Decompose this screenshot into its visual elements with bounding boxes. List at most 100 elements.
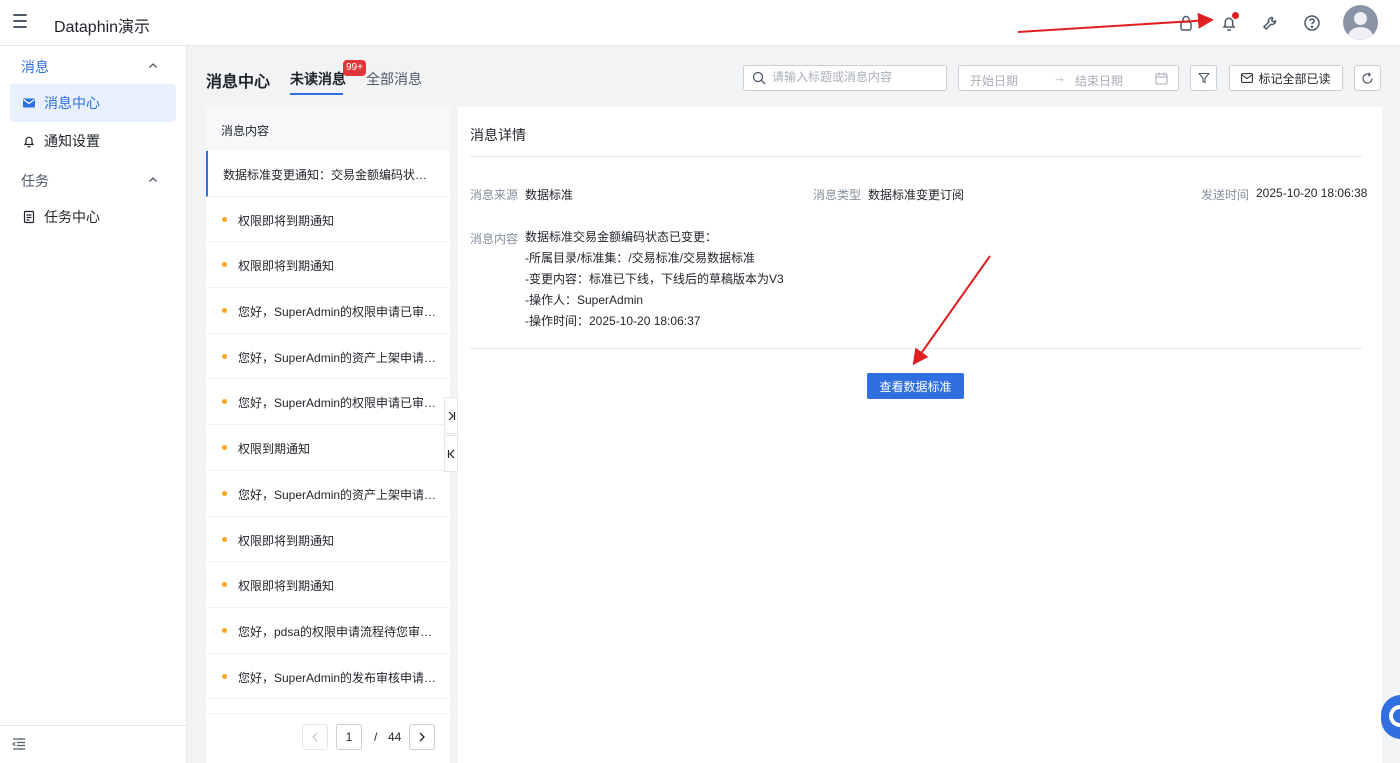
pagination: 1 / 44: [206, 713, 450, 763]
sidebar-footer: [0, 725, 187, 763]
sidebar-item-notification-settings[interactable]: 通知设置: [10, 122, 176, 160]
collapse-sidebar-icon[interactable]: [12, 738, 26, 750]
search-box: [743, 65, 947, 91]
list-item[interactable]: 数据标准变更通知：交易金额编码状态已变更: [206, 151, 450, 197]
type-value: 数据标准变更订阅: [868, 188, 965, 202]
divider: [470, 348, 1362, 349]
list-item[interactable]: 您好，SuperAdmin的发布审核申请已审批: [206, 654, 450, 700]
lock-icon[interactable]: [1175, 12, 1197, 34]
message-list: 消息内容 数据标准变更通知：交易金额编码状态已变更 权限即将到期通知 权限即将到…: [206, 107, 450, 763]
top-bar: Dataphin演示: [0, 0, 1400, 46]
date-range-separator: →: [1053, 70, 1066, 85]
prev-page-button[interactable]: [302, 724, 328, 750]
page-title: 消息中心: [206, 74, 271, 91]
mark-all-read-label: 标记全部已读: [1258, 71, 1331, 86]
mark-all-read-button[interactable]: 标记全部已读: [1229, 65, 1343, 91]
sidebar-item-task-center[interactable]: 任务中心: [10, 198, 176, 236]
message-detail: 消息详情 消息来源 数据标准 消息类型 数据标准变更订阅 发送时间 2025-1…: [458, 107, 1382, 763]
list-item[interactable]: 权限即将到期通知: [206, 197, 450, 243]
tab-all[interactable]: 全部消息: [366, 69, 422, 89]
unread-dot: [222, 353, 227, 359]
sidebar-item-label: 消息中心: [44, 95, 100, 111]
list-item[interactable]: 您好，SuperAdmin的权限申请已审批通过: [206, 379, 450, 426]
chevron-right-icon: [419, 732, 425, 742]
sidebar-item-label: 通知设置: [44, 133, 100, 149]
expand-left-handle[interactable]: [444, 435, 458, 472]
list-item[interactable]: 权限到期通知: [206, 425, 450, 471]
calendar-icon: [1155, 72, 1168, 85]
time-label: 发送时间: [1201, 188, 1250, 202]
end-date-field[interactable]: 结束日期: [1075, 72, 1123, 89]
unread-dot: [222, 536, 227, 542]
unread-dot: [222, 308, 227, 314]
page-total: 44: [388, 730, 402, 744]
unread-dot: [222, 262, 227, 268]
unread-dot: [222, 399, 227, 405]
bell-icon: [22, 134, 36, 148]
content-line: -所属目录/标准集：/交易标准/交易数据标准: [525, 251, 755, 265]
list-item[interactable]: 权限即将到期通知: [206, 517, 450, 563]
sidebar-group-tasks[interactable]: 任务: [21, 171, 49, 191]
page-number-input[interactable]: 1: [336, 724, 362, 750]
search-input[interactable]: [772, 70, 942, 84]
unread-dot: [222, 490, 227, 496]
mail-icon: [22, 96, 36, 110]
chevron-up-icon[interactable]: [148, 61, 158, 71]
content-line: 数据标准交易金额编码状态已变更：: [525, 230, 718, 244]
mail-icon: [1241, 73, 1254, 83]
chevron-left-icon: [312, 732, 318, 742]
app-title: Dataphin演示: [54, 19, 151, 36]
time-value: 2025-10-20 18:06:38: [1256, 186, 1368, 200]
active-tab-indicator: [290, 93, 343, 95]
source-value: 数据标准: [525, 188, 574, 202]
next-page-button[interactable]: [409, 724, 435, 750]
notification-dot: [1232, 12, 1239, 19]
content-label: 消息内容: [470, 232, 519, 246]
list-item[interactable]: 您好，pdsa的权限申请流程待您审批，请及时处理: [206, 608, 450, 654]
collapse-left-icon: [447, 449, 454, 458]
list-item[interactable]: 权限即将到期通知: [206, 242, 450, 289]
list-header: 消息内容: [206, 107, 450, 151]
content-line: -操作时间：2025-10-20 18:06:37: [525, 314, 701, 328]
type-label: 消息类型: [813, 188, 862, 202]
sidebar: 消息 消息中心 通知设置 任务 任务中心: [0, 46, 187, 763]
content-body: 数据标准交易金额编码状态已变更： -所属目录/标准集：/交易标准/交易数据标准 …: [525, 229, 784, 334]
start-date-field[interactable]: 开始日期: [970, 72, 1018, 89]
sidebar-item-label: 任务中心: [44, 209, 100, 225]
list-item[interactable]: 您好，SuperAdmin的资产上架申请已审批: [206, 334, 450, 380]
search-icon: [752, 71, 766, 85]
page-separator: /: [374, 730, 378, 744]
filter-button[interactable]: [1190, 65, 1217, 91]
divider: [470, 156, 1362, 157]
unread-dot: [222, 582, 227, 588]
expand-right-handle[interactable]: [444, 397, 458, 434]
unread-badge: 99+: [343, 60, 366, 76]
refresh-button[interactable]: [1354, 65, 1381, 91]
document-icon: [22, 210, 36, 224]
help-icon[interactable]: [1301, 12, 1323, 34]
bell-icon[interactable]: [1218, 12, 1240, 34]
menu-icon[interactable]: [13, 14, 27, 28]
refresh-icon: [1362, 71, 1373, 84]
wrench-icon[interactable]: [1259, 12, 1281, 34]
list-item[interactable]: 您好，SuperAdmin的资产上架申请已审批: [206, 471, 450, 517]
content-line: -变更内容：标准已下线，下线后的草稿版本为V3: [525, 272, 784, 286]
date-range-picker[interactable]: 开始日期 → 结束日期: [958, 65, 1179, 91]
filter-icon: [1197, 72, 1210, 84]
tab-unread[interactable]: 未读消息: [290, 69, 346, 89]
detail-title: 消息详情: [470, 127, 526, 143]
unread-dot: [222, 445, 227, 451]
sidebar-item-message-center[interactable]: 消息中心: [10, 84, 176, 122]
content-line: -操作人：SuperAdmin: [525, 293, 644, 307]
floating-help-button[interactable]: [1381, 695, 1400, 739]
unread-dot: [222, 673, 227, 679]
collapse-right-icon: [448, 411, 455, 420]
sidebar-group-messages[interactable]: 消息: [21, 57, 49, 77]
avatar[interactable]: [1343, 5, 1378, 40]
chevron-up-icon[interactable]: [148, 175, 158, 185]
view-data-standard-button[interactable]: 查看数据标准: [867, 373, 964, 399]
unread-dot: [222, 627, 227, 633]
source-label: 消息来源: [470, 188, 519, 202]
list-item[interactable]: 权限即将到期通知: [206, 562, 450, 608]
list-item[interactable]: 您好，SuperAdmin的权限申请已审批通过: [206, 288, 450, 334]
